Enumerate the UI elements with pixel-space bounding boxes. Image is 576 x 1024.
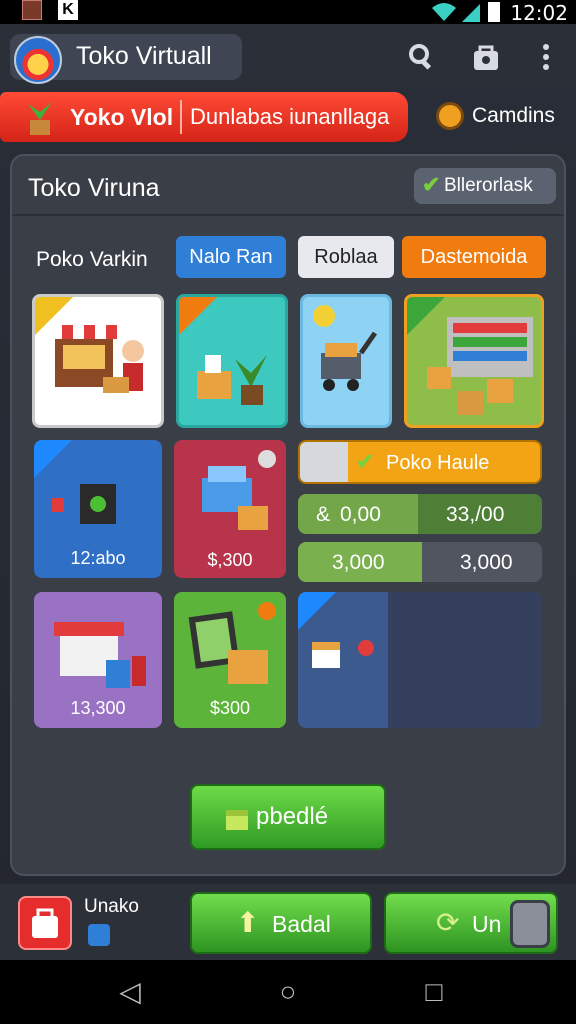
shop-bag-icon[interactable] xyxy=(470,42,502,74)
app-notification-icon xyxy=(22,0,42,20)
status-bar: K 12:02 xyxy=(0,0,576,25)
badge-button[interactable]: ✔ Bllerorlask xyxy=(414,168,556,204)
gift-box-icon xyxy=(52,484,116,524)
item-card-empty[interactable] xyxy=(298,592,542,728)
store-panel: Toko Viruna ✔ Bllerorlask Poko Varkin Na… xyxy=(10,154,566,876)
arrow-up-icon: ⬆ xyxy=(236,907,260,938)
coin-icon xyxy=(436,102,464,130)
item-card-store-interior[interactable] xyxy=(404,294,544,428)
stat-1-right: 33,/00 xyxy=(446,503,505,526)
badal-label: Badal xyxy=(272,911,331,937)
search-icon[interactable] xyxy=(406,42,438,74)
un-button[interactable]: ⟳ Un xyxy=(384,892,558,954)
upgrade-button[interactable]: pbedlé xyxy=(190,784,386,850)
tab-store-active[interactable]: Yoko Vlol Dunlabas iunanllaga xyxy=(0,92,408,142)
item-card-purple[interactable]: 13,300 xyxy=(34,592,162,728)
upgrade-label: pbedlé xyxy=(256,803,329,830)
tab-coins[interactable]: Camdins xyxy=(472,104,555,128)
plant-crate-icon xyxy=(197,355,267,405)
stat-row-1: & 0,00 33,/00 xyxy=(298,494,542,534)
card-price: $300 xyxy=(209,698,251,718)
item-card-cart[interactable] xyxy=(300,294,392,428)
item-card-blue[interactable]: 12:abo xyxy=(34,440,162,578)
home-icon[interactable]: ○ xyxy=(272,976,304,1008)
filter-button-2[interactable]: Roblaa xyxy=(298,236,394,278)
card-price: 13,300 xyxy=(70,698,126,718)
more-menu-icon[interactable] xyxy=(530,42,562,74)
badge-label: Bllerorlask xyxy=(444,175,533,196)
badal-button[interactable]: ⬆ Badal xyxy=(190,892,372,954)
check-icon: ✔ xyxy=(422,172,441,197)
signal-icon xyxy=(462,4,480,22)
coin-bag-icon: & xyxy=(316,503,331,526)
robot-lantern-icon xyxy=(510,900,550,948)
battery-icon xyxy=(488,2,500,22)
k-notification-icon: K xyxy=(58,0,78,20)
panel-header: Toko Viruna ✔ Bllerorlask xyxy=(12,156,564,216)
tab-store-label: Yoko Vlol xyxy=(70,104,174,130)
title-bar: Toko Virtuall xyxy=(0,24,576,88)
item-card-plant[interactable] xyxy=(176,294,288,428)
refresh-icon: ⟳ xyxy=(436,907,460,938)
promo-button[interactable]: ✔ Poko Haule xyxy=(298,440,542,484)
cart-icon xyxy=(321,331,378,391)
shop-stall-icon xyxy=(51,325,144,393)
item-card-shop-stall[interactable] xyxy=(32,294,164,428)
filter-label: Poko Varkin xyxy=(36,248,148,271)
bottom-toolbar: Unako ⬆ Badal ⟳ Un xyxy=(0,884,576,960)
plant-icon xyxy=(28,102,52,135)
app-screen: K 12:02 Toko Virtuall Yoko Vlol Dunlabas… xyxy=(0,0,576,1024)
tab-divider xyxy=(180,100,182,134)
stat-2-left: 3,000 xyxy=(332,551,385,574)
panel-title: Toko Viruna xyxy=(28,174,160,202)
store-shelves-icon xyxy=(427,317,533,415)
market-stall-icon xyxy=(54,622,146,688)
stat-2-right: 3,000 xyxy=(460,551,513,574)
parcel-icon xyxy=(312,640,374,668)
item-card-crimson[interactable]: $,300 xyxy=(174,440,286,578)
app-logo-icon xyxy=(14,36,62,84)
promo-label: Poko Haule xyxy=(386,452,490,474)
clock: 12:02 xyxy=(510,1,568,25)
tablet-box-icon xyxy=(188,611,268,684)
card-price: $,300 xyxy=(207,550,253,570)
box-icon xyxy=(226,810,248,830)
filter-button-3[interactable]: Dastemoida xyxy=(402,236,546,278)
tab-subtitle[interactable]: Dunlabas iunanllaga xyxy=(190,104,389,130)
check-icon: ✔ xyxy=(356,449,375,474)
bag-label: Unako xyxy=(84,896,139,917)
filter-button-1[interactable]: Nalo Ran xyxy=(176,236,286,278)
toolbox-icon xyxy=(202,466,268,530)
shopping-bag-icon[interactable] xyxy=(18,896,72,950)
un-label: Un xyxy=(472,911,502,937)
app-title: Toko Virtuall xyxy=(76,42,212,70)
item-card-green[interactable]: $300 xyxy=(174,592,286,728)
stat-1-left: 0,00 xyxy=(340,503,381,526)
stat-row-2: 3,000 3,000 xyxy=(298,542,542,582)
wifi-icon xyxy=(432,3,456,21)
system-nav-bar: ◁ ○ □ xyxy=(0,960,576,1024)
lock-icon xyxy=(88,924,110,946)
back-icon[interactable]: ◁ xyxy=(114,976,146,1008)
card-price: 12:abo xyxy=(70,548,126,568)
recents-icon[interactable]: □ xyxy=(418,976,450,1008)
